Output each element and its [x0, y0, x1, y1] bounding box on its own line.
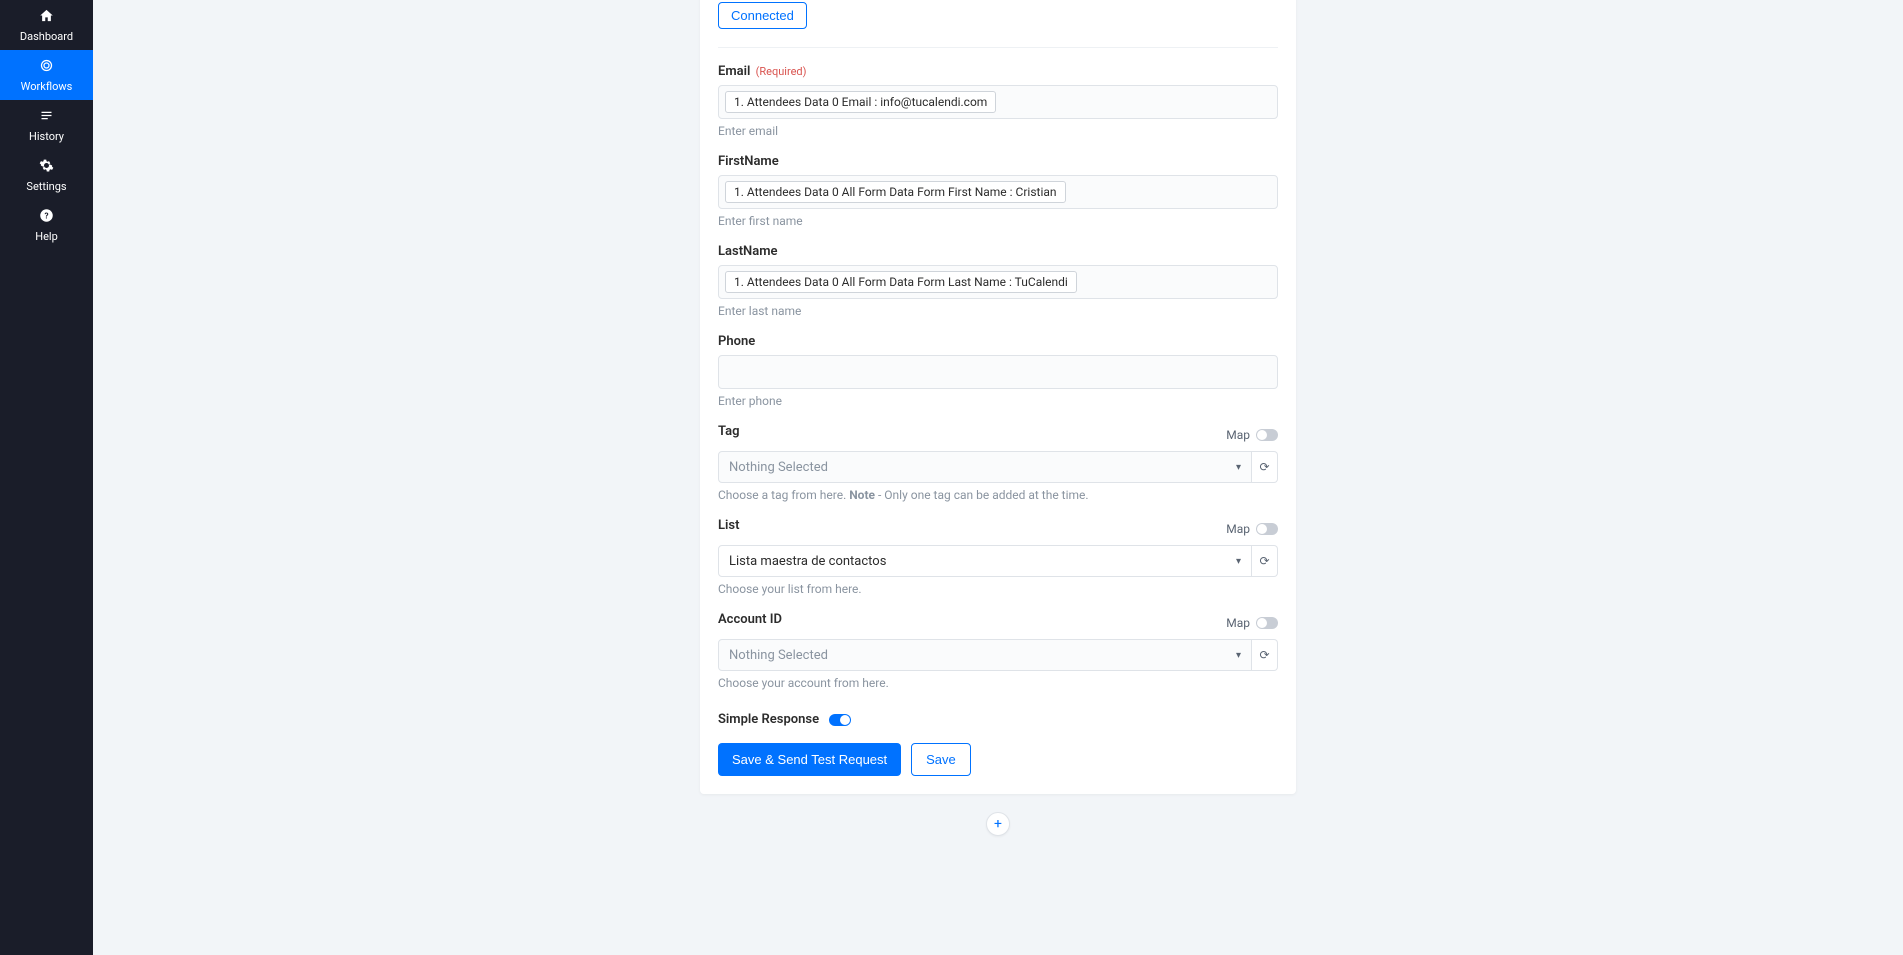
- svg-text:?: ?: [44, 210, 48, 220]
- list-select[interactable]: Lista maestra de contactos ▾: [718, 545, 1252, 577]
- email-input[interactable]: 1. Attendees Data 0 Email : info@tucalen…: [718, 85, 1278, 119]
- list-map-label: Map: [1226, 522, 1250, 536]
- main-content: Connected Email (Required) 1. Attendees …: [93, 0, 1903, 955]
- tag-label: Tag: [718, 424, 739, 439]
- lastname-label: LastName: [718, 244, 1278, 259]
- list-help: Choose your list from here.: [718, 582, 1278, 596]
- tag-map-toggle[interactable]: [1256, 429, 1278, 441]
- field-firstname: FirstName 1. Attendees Data 0 All Form D…: [700, 138, 1296, 228]
- field-lastname: LastName 1. Attendees Data 0 All Form Da…: [700, 228, 1296, 318]
- account-select[interactable]: Nothing Selected ▾: [718, 639, 1252, 671]
- tag-help-note: Note: [849, 488, 875, 502]
- sidebar-item-help[interactable]: ? Help: [0, 200, 93, 250]
- help-icon: ?: [39, 208, 54, 227]
- refresh-icon: ⟳: [1259, 460, 1269, 474]
- account-select-placeholder: Nothing Selected: [729, 648, 828, 663]
- sidebar-item-workflows[interactable]: Workflows: [0, 50, 93, 100]
- list-refresh-button[interactable]: ⟳: [1252, 545, 1278, 577]
- gear-icon: [39, 158, 54, 177]
- caret-icon: ▾: [1236, 650, 1241, 661]
- save-send-test-button[interactable]: Save & Send Test Request: [718, 743, 901, 776]
- account-refresh-button[interactable]: ⟳: [1252, 639, 1278, 671]
- lastname-token-chip[interactable]: 1. Attendees Data 0 All Form Data Form L…: [725, 271, 1077, 293]
- firstname-token-chip[interactable]: 1. Attendees Data 0 All Form Data Form F…: [725, 181, 1066, 203]
- save-button[interactable]: Save: [911, 743, 971, 776]
- simple-response-toggle[interactable]: [829, 714, 851, 726]
- home-icon: [39, 8, 54, 27]
- account-map-toggle[interactable]: [1256, 617, 1278, 629]
- tag-refresh-button[interactable]: ⟳: [1252, 451, 1278, 483]
- list-label: List: [718, 518, 739, 533]
- sidebar-item-label: Help: [35, 230, 58, 243]
- tag-select-placeholder: Nothing Selected: [729, 460, 828, 475]
- simple-response-label: Simple Response: [718, 712, 819, 727]
- refresh-icon: ⟳: [1259, 648, 1269, 662]
- field-label-email: Email (Required): [718, 64, 1278, 79]
- tag-help-suffix: - Only one tag can be added at the time.: [875, 488, 1089, 502]
- field-list: List Map Lista maestra de contactos ▾ ⟳: [700, 502, 1296, 596]
- refresh-icon: ⟳: [1259, 554, 1269, 568]
- add-step-button[interactable]: +: [986, 812, 1010, 836]
- lastname-input[interactable]: 1. Attendees Data 0 All Form Data Form L…: [718, 265, 1278, 299]
- simple-response-row: Simple Response: [700, 690, 1296, 727]
- history-icon: [39, 108, 54, 127]
- connected-button[interactable]: Connected: [718, 2, 807, 29]
- firstname-input[interactable]: 1. Attendees Data 0 All Form Data Form F…: [718, 175, 1278, 209]
- tag-help-prefix: Choose a tag from here.: [718, 488, 849, 502]
- list-select-value: Lista maestra de contactos: [729, 554, 886, 569]
- email-label-text: Email: [718, 64, 750, 79]
- account-map-toggle-group: Map: [1226, 616, 1278, 630]
- account-help: Choose your account from here.: [718, 676, 1278, 690]
- field-tag: Tag Map Nothing Selected ▾ ⟳: [700, 408, 1296, 502]
- account-label: Account ID: [718, 612, 782, 627]
- firstname-help: Enter first name: [718, 214, 1278, 228]
- phone-label: Phone: [718, 334, 1278, 349]
- phone-input[interactable]: [718, 355, 1278, 389]
- sidebar-item-label: Dashboard: [20, 30, 73, 43]
- sidebar-item-dashboard[interactable]: Dashboard: [0, 0, 93, 50]
- sidebar: Dashboard Workflows History Settings ? H…: [0, 0, 93, 955]
- action-card: Connected Email (Required) 1. Attendees …: [700, 0, 1296, 794]
- list-map-toggle[interactable]: [1256, 523, 1278, 535]
- list-map-toggle-group: Map: [1226, 522, 1278, 536]
- required-label: (Required): [756, 65, 807, 78]
- field-email: Email (Required) 1. Attendees Data 0 Ema…: [700, 48, 1296, 138]
- firstname-label: FirstName: [718, 154, 1278, 169]
- field-account: Account ID Map Nothing Selected ▾ ⟳ Ch: [700, 596, 1296, 690]
- tag-map-label: Map: [1226, 428, 1250, 442]
- workflow-icon: [39, 58, 54, 77]
- account-map-label: Map: [1226, 616, 1250, 630]
- field-phone: Phone Enter phone: [700, 318, 1296, 408]
- sidebar-item-label: Settings: [26, 180, 66, 193]
- tag-map-toggle-group: Map: [1226, 428, 1278, 442]
- caret-icon: ▾: [1236, 462, 1241, 473]
- tag-select[interactable]: Nothing Selected ▾: [718, 451, 1252, 483]
- sidebar-item-settings[interactable]: Settings: [0, 150, 93, 200]
- sidebar-item-label: Workflows: [21, 80, 73, 93]
- tag-help: Choose a tag from here. Note - Only one …: [718, 488, 1278, 502]
- email-help: Enter email: [718, 124, 1278, 138]
- sidebar-item-history[interactable]: History: [0, 100, 93, 150]
- buttons-row: Save & Send Test Request Save: [700, 727, 1296, 776]
- lastname-help: Enter last name: [718, 304, 1278, 318]
- phone-help: Enter phone: [718, 394, 1278, 408]
- sidebar-item-label: History: [29, 130, 64, 143]
- caret-icon: ▾: [1236, 556, 1241, 567]
- plus-icon: +: [994, 816, 1002, 832]
- email-token-chip[interactable]: 1. Attendees Data 0 Email : info@tucalen…: [725, 91, 996, 113]
